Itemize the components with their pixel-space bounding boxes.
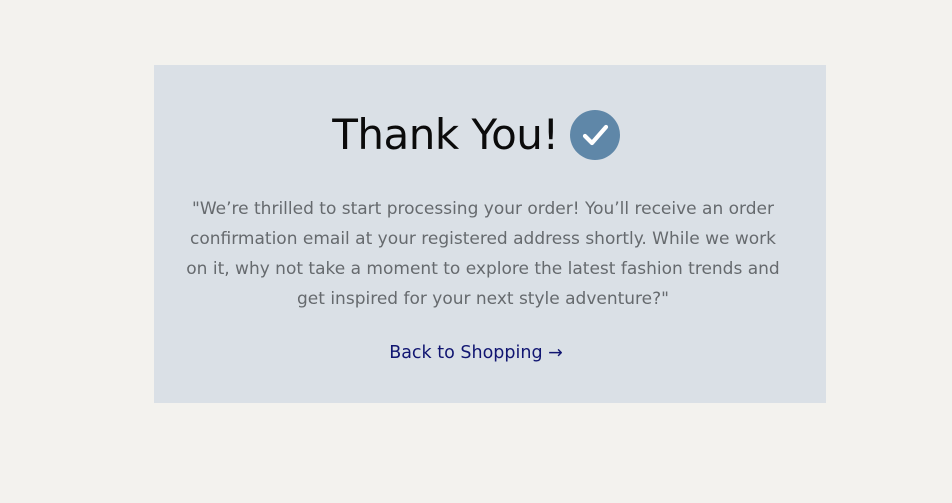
checkmark-icon bbox=[582, 124, 608, 146]
confirmation-message: "We’re thrilled to start processing your… bbox=[186, 199, 780, 309]
check-circle-icon bbox=[569, 110, 620, 160]
back-to-shopping-link[interactable]: Back to Shopping → bbox=[0, 338, 952, 368]
title-row: Thank You! bbox=[0, 103, 952, 167]
page-title: Thank You! bbox=[332, 110, 559, 159]
